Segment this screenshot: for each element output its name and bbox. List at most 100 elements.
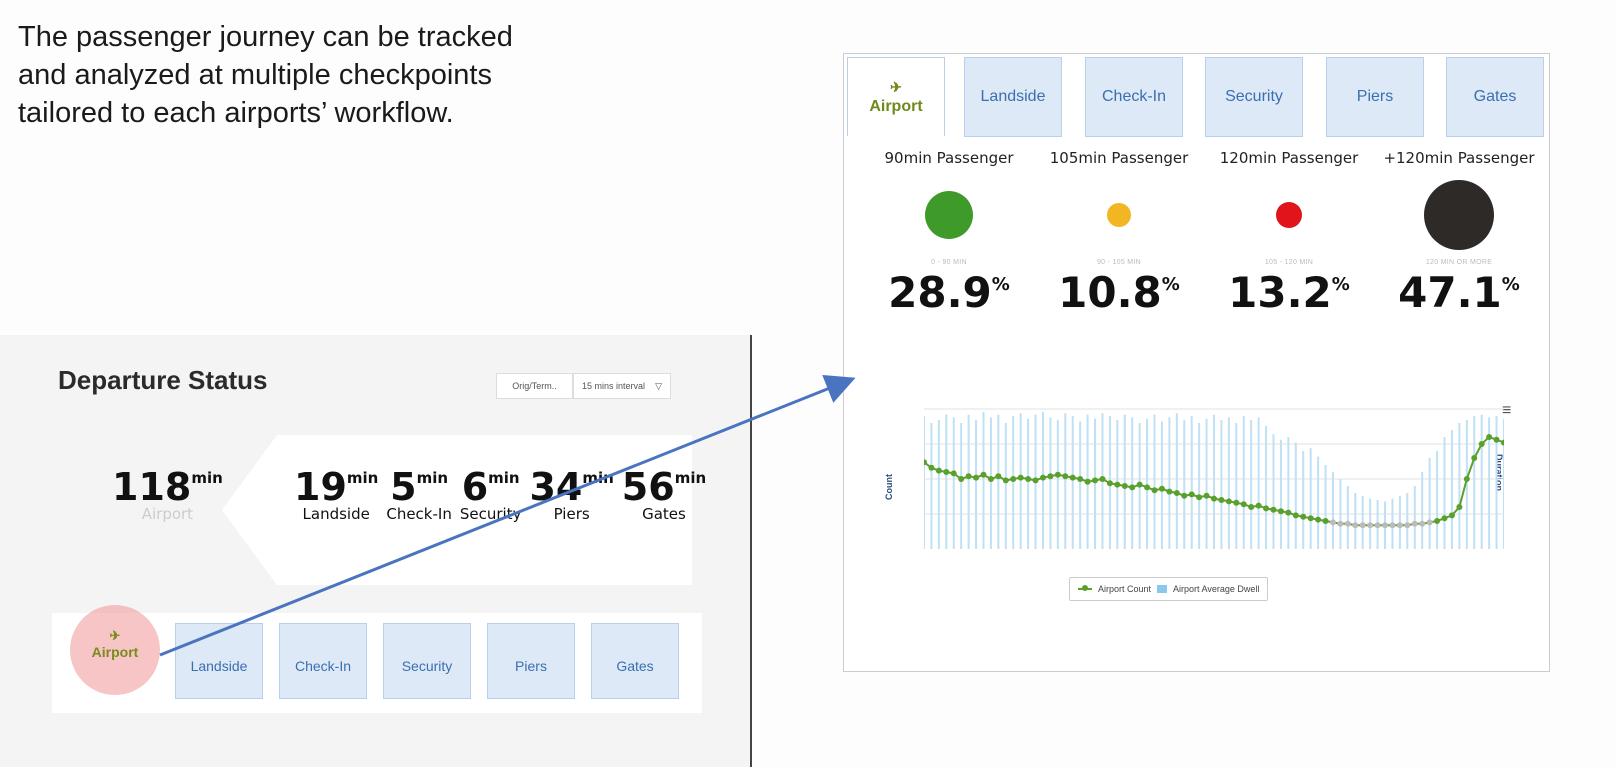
- count-point: [1047, 473, 1054, 480]
- tab-landside[interactable]: Landside: [964, 57, 1062, 137]
- dwell-bar: [1450, 430, 1453, 549]
- dwell-bar: [1436, 451, 1439, 549]
- dwell-bar: [1175, 413, 1178, 549]
- dwell-bar: [1309, 448, 1312, 549]
- filters: Orig/Term.. 15 mins interval ▽: [496, 373, 671, 399]
- dwell-bar: [1339, 479, 1342, 549]
- tab-checkin[interactable]: Check-In: [279, 623, 367, 699]
- segment-value: 6min: [461, 465, 520, 509]
- count-point: [1240, 501, 1247, 508]
- legend-dwell-swatch: [1157, 585, 1168, 593]
- count-point: [1486, 434, 1493, 440]
- count-point: [1203, 492, 1210, 499]
- category-range: 90 - 105 MIN: [1096, 259, 1142, 266]
- dwell-bar: [1079, 421, 1082, 549]
- dwell-bar: [1503, 418, 1504, 549]
- tab-label: Gates: [1473, 88, 1517, 105]
- category-percent: 13.2%: [1228, 268, 1350, 317]
- dwell-bar: [1027, 418, 1030, 549]
- category-range: 120 MIN OR MORE: [1425, 259, 1493, 266]
- tab-gates[interactable]: Gates: [1446, 57, 1544, 137]
- count-point: [1218, 497, 1225, 503]
- count-point: [1144, 484, 1151, 491]
- count-point: [1337, 520, 1344, 527]
- tab-piers[interactable]: Piers: [487, 623, 575, 699]
- intro-text: The passenger journey can be tracked and…: [18, 18, 513, 132]
- count-point: [1225, 498, 1232, 505]
- count-point: [1077, 476, 1084, 482]
- segment-label: Landside: [302, 505, 370, 523]
- count-point: [1069, 474, 1076, 481]
- count-point: [1151, 487, 1158, 494]
- legend-dwell-label[interactable]: Airport Average Dwell: [1173, 584, 1259, 594]
- dwell-bar: [1220, 420, 1223, 549]
- dwell-bar: [1443, 437, 1446, 549]
- dwell-bar: [1257, 417, 1260, 549]
- count-point: [1188, 491, 1195, 498]
- count-point: [1114, 481, 1121, 488]
- passenger-categories: 90min Passenger 0 - 90 MIN 28.9% 105min …: [844, 149, 1549, 317]
- count-point: [1106, 480, 1113, 487]
- dwell-bar: [1302, 451, 1305, 549]
- count-point: [1166, 488, 1173, 495]
- dwell-bar: [1331, 472, 1334, 549]
- count-point: [1344, 520, 1351, 527]
- dwell-bar: [1294, 442, 1297, 549]
- segment-gates: 56min Gates: [622, 465, 706, 523]
- segment-value: 5min: [390, 465, 449, 509]
- count-point: [1255, 502, 1262, 509]
- segment-value: 34min: [529, 465, 614, 509]
- dwell-bar: [1071, 416, 1074, 549]
- count-point: [1448, 512, 1455, 519]
- tab-airport-active[interactable]: ✈ Airport: [847, 57, 945, 136]
- category-percent: 47.1%: [1398, 268, 1520, 317]
- dwell-bar: [1250, 420, 1253, 549]
- tab-checkin[interactable]: Check-In: [1085, 57, 1183, 137]
- count-point: [1136, 481, 1143, 488]
- orig-term-filter[interactable]: Orig/Term..: [496, 373, 573, 399]
- category-dot: [925, 191, 973, 239]
- count-point: [1181, 492, 1188, 499]
- dwell-bar: [1406, 493, 1409, 549]
- tab-label: Landside: [980, 88, 1046, 105]
- count-point: [1039, 474, 1046, 481]
- category-title: 120min Passenger: [1219, 149, 1359, 167]
- dwell-bar: [1287, 437, 1290, 549]
- interval-filter[interactable]: 15 mins interval ▽: [573, 373, 671, 399]
- tab-gates[interactable]: Gates: [591, 623, 679, 699]
- dwell-bar: [1473, 416, 1476, 549]
- count-point: [995, 473, 1002, 480]
- count-point: [1032, 477, 1039, 484]
- dwell-bar: [1346, 486, 1349, 549]
- category-percent: 28.9%: [888, 268, 1010, 317]
- dwell-bar: [930, 423, 933, 549]
- dwell-bar: [1131, 417, 1134, 549]
- tab-security[interactable]: Security: [383, 623, 471, 699]
- segment-checkin: 5min Check-In: [386, 465, 452, 523]
- dwell-bar: [997, 414, 1000, 549]
- count-point: [973, 474, 980, 481]
- total-value: 118min: [112, 465, 223, 509]
- tab-label: Security: [1225, 88, 1283, 105]
- total-airport-time: 118min Airport: [112, 465, 223, 523]
- count-point: [1300, 513, 1307, 520]
- tab-airport-label: Airport: [91, 644, 139, 660]
- dwell-bar: [1183, 420, 1186, 549]
- dwell-bar: [1317, 456, 1320, 549]
- intro-line: and analyzed at multiple checkpoints: [18, 59, 492, 91]
- dwell-bar: [1198, 423, 1201, 549]
- count-point: [1352, 522, 1359, 529]
- tab-landside[interactable]: Landside: [175, 623, 263, 699]
- interval-filter-label: 15 mins interval: [582, 381, 646, 391]
- dwell-bar: [1004, 423, 1007, 549]
- segment-landside: 19min Landside: [294, 465, 378, 523]
- legend-count-label[interactable]: Airport Count: [1098, 584, 1151, 594]
- count-point: [965, 473, 972, 480]
- dwell-bar: [1265, 425, 1268, 549]
- category-90min: 90min Passenger 0 - 90 MIN 28.9%: [864, 149, 1034, 317]
- tab-piers[interactable]: Piers: [1326, 57, 1424, 137]
- intro-line: tailored to each airports’ workflow.: [18, 97, 454, 129]
- tab-security[interactable]: Security: [1205, 57, 1303, 137]
- count-point: [1463, 476, 1470, 482]
- tab-airport[interactable]: ✈ Airport: [80, 628, 150, 686]
